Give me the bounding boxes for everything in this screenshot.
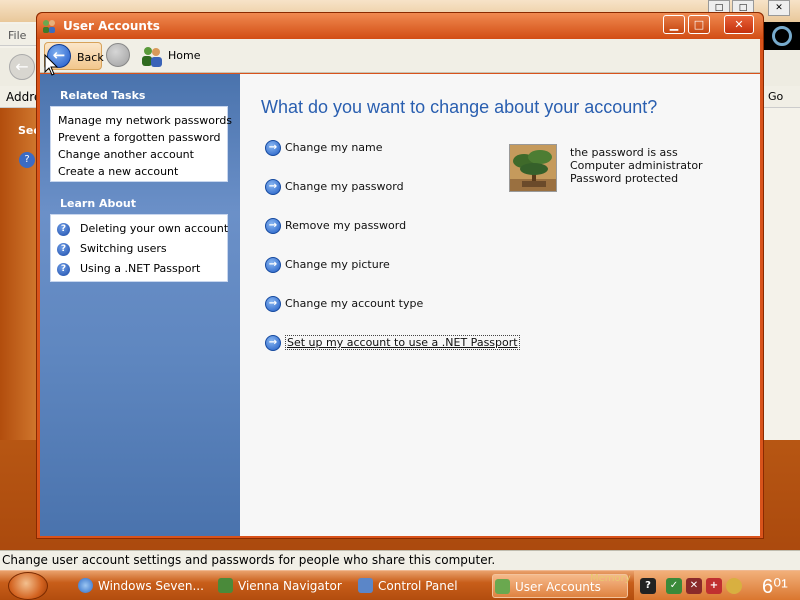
home-label[interactable]: Home [168,49,200,62]
users-icon [495,579,510,594]
taskbar-item-label: Vienna Navigator [238,579,342,593]
start-button[interactable] [8,572,48,600]
taskbar-item-vienna-navigator[interactable]: Vienna Navigator [216,574,346,598]
help-icon[interactable]: ? [19,152,35,168]
help-question-icon: ? [57,222,70,236]
minimize-button[interactable]: ▁ [663,15,685,34]
task-create-new-account[interactable]: Create a new account [58,165,178,178]
learn-item-label: Using a .NET Passport [80,262,201,275]
arrow-right-icon: → [265,335,281,351]
home-users-icon[interactable] [140,44,164,68]
maximize-button[interactable]: □ [688,15,710,34]
learn-about-box: ? Deleting your own account ? Switching us… [50,214,228,282]
option-label: Change my account type [285,297,424,310]
help-question-icon: ? [57,242,70,256]
forward-button[interactable] [106,43,130,67]
task-prevent-forgotten-password[interactable]: Prevent a forgotten password [58,131,221,144]
account-status: Password protected [570,172,679,185]
learn-deleting-own-account[interactable]: ? Deleting your own account [57,222,228,236]
taskbar-item-label: User Accounts [515,580,601,594]
background-close-button[interactable]: ✕ [768,0,790,16]
control-panel-icon [358,578,373,593]
background-back-button[interactable]: ← [9,54,35,80]
user-accounts-window: User Accounts ▁ □ ✕ ← Back Home Related … [36,12,764,539]
learn-switching-users[interactable]: ? Switching users [57,242,167,256]
browser-icon [78,578,93,593]
option-label: Remove my password [285,219,407,232]
help-question-icon: ? [57,262,70,276]
clock[interactable]: 6⁰¹ [762,574,788,599]
close-button[interactable]: ✕ [724,15,754,34]
account-picture [509,144,557,192]
main-content: What do you want to change about your ac… [240,74,760,536]
taskbar-item-control-panel[interactable]: Control Panel [356,574,486,598]
option-label: Set up my account to use a .NET Passport [285,335,520,350]
security-shield-icon[interactable]: ✓ [666,578,682,594]
option-label: Change my password [285,180,404,193]
mouse-cursor-icon [44,54,58,76]
arrow-right-icon: → [265,140,281,156]
learn-item-label: Deleting your own account [80,222,229,235]
arrow-right-icon: → [265,218,281,234]
left-task-pane: Related Tasks Manage my network password… [40,74,240,536]
related-tasks-header: Related Tasks [60,89,146,102]
window-title: User Accounts [63,19,160,33]
toolbar: ← Back Home [40,39,760,73]
option-label: Change my name [285,141,383,154]
users-icon [43,20,55,33]
account-name: the password is ass [570,146,678,159]
antivirus-icon[interactable]: ✕ [686,578,702,594]
task-manage-network-passwords[interactable]: Manage my network passwords [58,114,232,127]
menu-file[interactable]: File [8,29,26,42]
navigator-icon [218,578,233,593]
learn-item-label: Switching users [80,242,167,255]
learn-net-passport[interactable]: ? Using a .NET Passport [57,262,200,276]
page-heading: What do you want to change about your ac… [261,97,658,117]
related-tasks-box: Manage my network passwords Prevent a fo… [50,106,232,182]
taskbar-item-label: Control Panel [378,579,458,593]
back-label: Back [77,51,104,64]
memory-indicator: Memory [590,573,631,584]
taskbar-item-label: Windows Seven... [98,579,204,593]
help-tray-icon[interactable]: ? [640,578,656,594]
update-icon[interactable] [726,578,742,594]
ring-icon [772,26,792,46]
status-text: Change user account settings and passwor… [2,553,496,567]
taskbar: Windows Seven... Vienna Navigator Contro… [0,570,800,600]
taskbar-item-windows-seven[interactable]: Windows Seven... [76,574,206,598]
task-change-another-account[interactable]: Change another account [58,148,194,161]
option-label: Change my picture [285,258,390,271]
account-type: Computer administrator [570,159,703,172]
arrow-right-icon: → [265,179,281,195]
status-bar: Change user account settings and passwor… [0,550,800,570]
first-aid-icon[interactable]: + [706,578,722,594]
bonsai-tree-icon [510,145,556,191]
window-titlebar[interactable]: User Accounts ▁ □ ✕ [37,13,763,39]
go-button[interactable]: Go [768,90,783,103]
learn-about-header: Learn About [60,197,137,210]
arrow-right-icon: → [265,296,281,312]
arrow-right-icon: → [265,257,281,273]
